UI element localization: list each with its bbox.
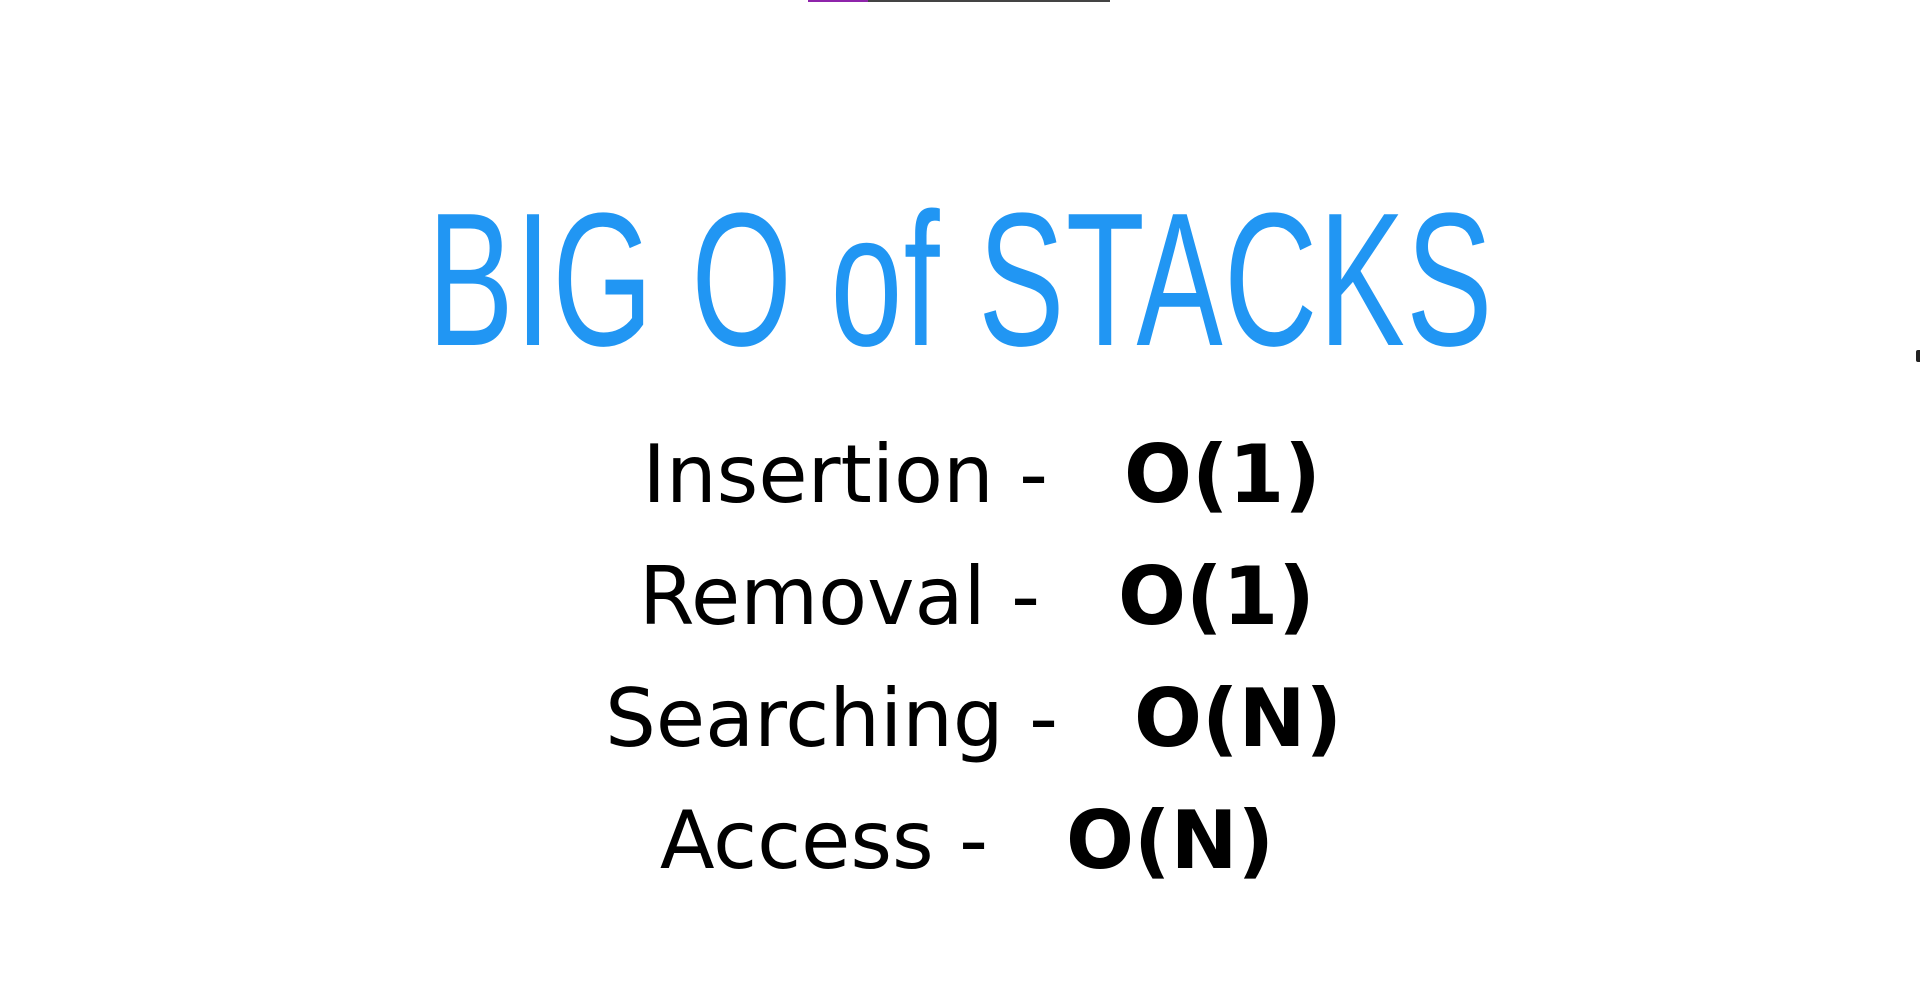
complexity-value: O(N) xyxy=(1134,672,1343,765)
slide-title: BIG O of STACKS xyxy=(427,174,1494,386)
operation-label: Insertion - xyxy=(642,428,1048,521)
complexity-list: Insertion - O(1) Removal - O(1) Searchin… xyxy=(0,425,1920,913)
operation-label: Removal - xyxy=(639,550,1040,643)
edge-handle xyxy=(1916,350,1920,362)
operation-row-insertion: Insertion - O(1) xyxy=(0,425,1920,547)
operation-row-searching: Searching - O(N) xyxy=(0,669,1920,791)
operation-label: Searching - xyxy=(605,672,1058,765)
complexity-value: O(N) xyxy=(1066,794,1275,887)
operation-row-access: Access - O(N) xyxy=(0,791,1920,913)
slide: BIG O of STACKS Insertion - O(1) Removal… xyxy=(0,0,1920,1002)
video-progress-bar[interactable] xyxy=(808,0,1110,2)
complexity-value: O(1) xyxy=(1118,550,1315,643)
complexity-value: O(1) xyxy=(1124,428,1321,521)
video-progress-fill xyxy=(808,0,869,2)
operation-label: Access - xyxy=(659,794,988,887)
operation-row-removal: Removal - O(1) xyxy=(0,547,1920,669)
